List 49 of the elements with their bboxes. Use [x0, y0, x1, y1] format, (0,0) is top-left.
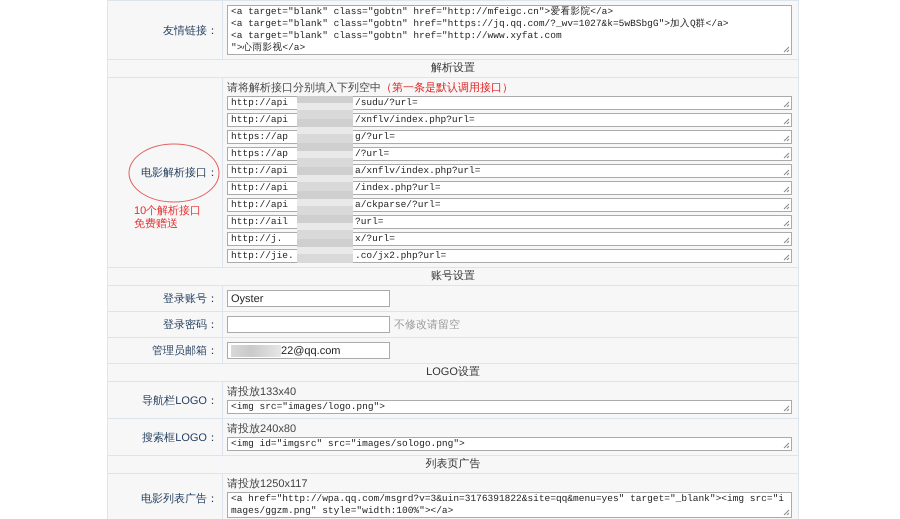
resize-grip-icon[interactable]: [783, 237, 790, 244]
field-label: 友情链接：: [163, 24, 218, 38]
section-header: 列表页广告: [108, 455, 798, 473]
api-url-field[interactable]: https://ap /?url=: [227, 147, 792, 161]
size-hint: 请投放133x40: [227, 386, 298, 399]
api-url-field[interactable]: http://api a/xnflv/index.php?url=: [227, 164, 792, 178]
instruction-text: 请将解析接口分别填入下列空中（第一条是默认调用接口）: [227, 82, 514, 95]
api-url-field[interactable]: http://ail ?url=: [227, 215, 792, 229]
resize-grip-icon[interactable]: [783, 46, 790, 53]
text-field[interactable]: Oyster: [227, 290, 390, 307]
section-header: 解析设置: [108, 59, 798, 77]
field-label: 导航栏LOGO：: [142, 394, 218, 408]
field-label: 电影解析接口：: [141, 166, 218, 180]
resize-grip-icon[interactable]: [783, 220, 790, 227]
field-label: 管理员邮箱：: [152, 344, 218, 358]
resize-grip-icon[interactable]: [783, 509, 790, 516]
section-header: LOGO设置: [108, 363, 798, 381]
code-field[interactable]: <img id="imgsrc" src="images/sologo.png">: [227, 437, 792, 451]
api-url-field[interactable]: http://api a/ckparse/?url=: [227, 198, 792, 212]
code-field[interactable]: <img src="images/logo.png">: [227, 400, 792, 414]
api-url-field[interactable]: http://j. x/?url=: [227, 232, 792, 246]
api-url-field[interactable]: http://api /sudu/?url=: [227, 96, 792, 110]
resize-grip-icon[interactable]: [783, 135, 790, 142]
section-header: 账号设置: [108, 267, 798, 285]
api-url-field[interactable]: http://jie. .co/jx2.php?url=: [227, 249, 792, 263]
api-url-field[interactable]: https://ap g/?url=: [227, 130, 792, 144]
code-field[interactable]: <a href="http://wpa.qq.com/msgrd?v=3&uin=3176391822&site=qq&menu=yes" target="_blank"><img src="images/ggzm.png" style="width:100%"></a>: [227, 492, 792, 518]
resize-grip-icon[interactable]: [783, 118, 790, 125]
resize-grip-icon[interactable]: [783, 442, 790, 449]
api-url-field[interactable]: http://api /xnflv/index.php?url=: [227, 113, 792, 127]
size-hint: 请投放1250x117: [227, 478, 309, 491]
annotation-text: 10个解析接口免费赠送: [134, 204, 202, 230]
resize-grip-icon[interactable]: [783, 186, 790, 193]
field-label: 登录密码：: [163, 318, 218, 332]
resize-grip-icon[interactable]: [783, 169, 790, 176]
resize-grip-icon[interactable]: [783, 203, 790, 210]
api-url-field[interactable]: http://api /index.php?url=: [227, 181, 792, 195]
resize-grip-icon[interactable]: [783, 152, 790, 159]
text-field[interactable]: [227, 316, 390, 333]
resize-grip-icon[interactable]: [783, 101, 790, 108]
resize-grip-icon[interactable]: [783, 254, 790, 261]
code-field[interactable]: <a target="blank" class="gobtn" href="http://mfeigc.cn">爱看影院</a> <a target="blank" class="gobtn" href="https://jq.qq.com/?_wv=1027&k=5wBSbgG">加入Q群</a> <a target="blank" class="gobtn" href="http://www.xyfat.com ">心雨影视</a>: [227, 5, 792, 55]
size-hint: 请投放240x80: [227, 423, 298, 436]
email-field[interactable]: 22@qq.com: [227, 342, 390, 359]
field-note: 不修改请留空: [394, 318, 460, 332]
field-label: 搜索框LOGO：: [142, 430, 218, 444]
resize-grip-icon[interactable]: [783, 405, 790, 412]
field-label: 电影列表广告：: [141, 492, 218, 506]
field-label: 登录账号：: [163, 292, 218, 306]
